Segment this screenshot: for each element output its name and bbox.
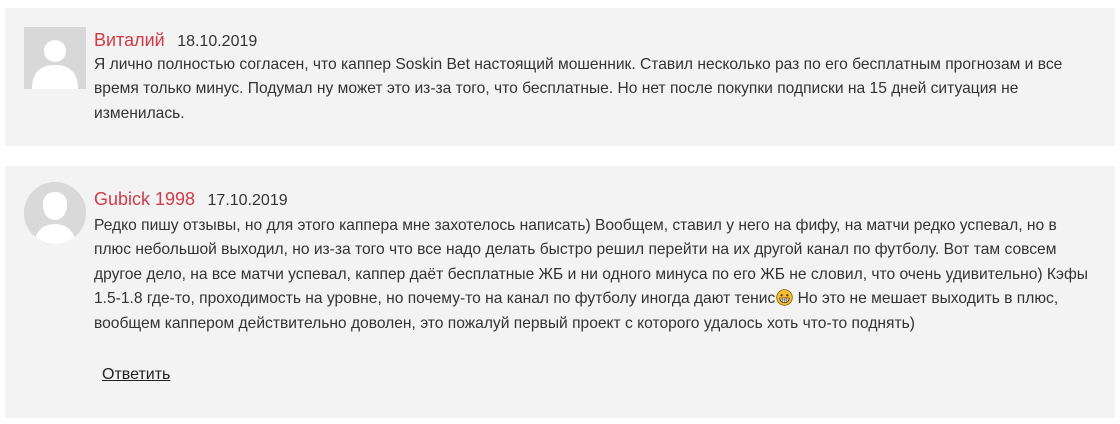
comment-date: 18.10.2019 (177, 33, 258, 50)
comment-card: Gubick 1998 17.10.2019 Редко пишу отзывы… (5, 166, 1115, 418)
comment-author: Виталий (94, 30, 165, 50)
comment-text: Я лично полностью согласен, что каппер S… (94, 56, 1063, 122)
comment-header: Gubick 1998 17.10.2019 (94, 189, 288, 210)
comment-header: Виталий 18.10.2019 (94, 30, 257, 51)
default-avatar-icon (24, 27, 86, 89)
comment-date: 17.10.2019 (207, 192, 288, 209)
user-silhouette-icon (24, 182, 86, 244)
comment-author: Gubick 1998 (94, 189, 196, 209)
comment-text: Редко пишу отзывы, но для этого каппера … (94, 214, 1094, 336)
reply-link[interactable]: Ответить (102, 366, 170, 384)
comment-card: Виталий 18.10.2019 Я лично полностью сог… (5, 8, 1115, 146)
grinning-face-emoji-icon (776, 289, 794, 306)
